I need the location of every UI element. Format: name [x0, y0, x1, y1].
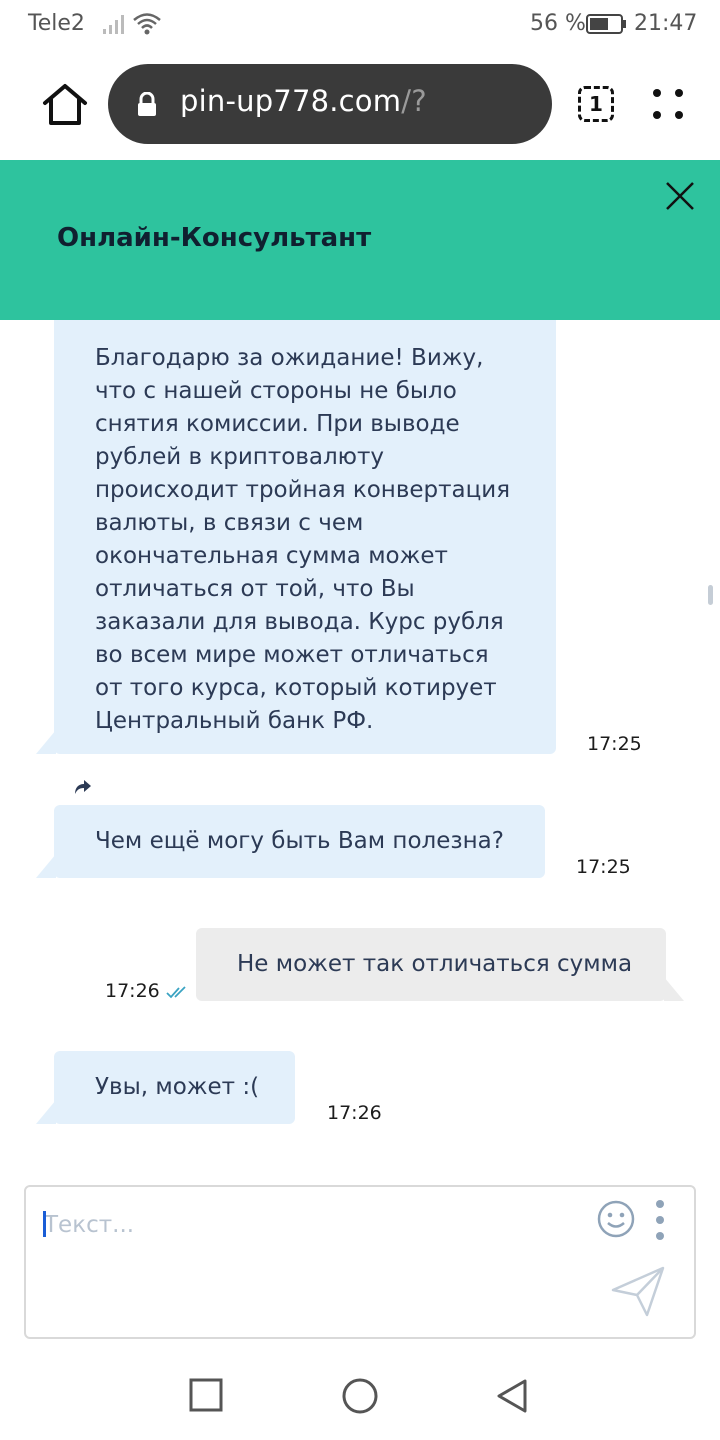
url-host: pin-up778.com — [180, 84, 402, 118]
more-vertical-icon[interactable] — [652, 1199, 668, 1245]
lock-icon — [136, 91, 158, 122]
recent-apps-icon[interactable] — [189, 1378, 223, 1416]
message-time: 17:25 — [587, 733, 642, 755]
message-line: от того курса, который котирует — [95, 675, 497, 701]
message-line: что с нашей стороны не было — [95, 378, 457, 404]
message-text: Увы, может :( — [95, 1074, 260, 1100]
back-icon[interactable] — [496, 1378, 528, 1418]
message-line: Благодарю за ожидание! Вижу, — [95, 345, 484, 371]
home-circle-icon[interactable] — [342, 1378, 378, 1418]
message-composer — [24, 1185, 696, 1339]
message-text: Чем ещё могу быть Вам полезна? — [95, 828, 504, 854]
url-path: /? — [401, 84, 427, 118]
scrollbar-thumb[interactable] — [708, 585, 713, 605]
address-bar[interactable]: pin-up778.com/? — [108, 64, 552, 144]
message-time: 17:26 — [105, 980, 160, 1002]
emoji-icon[interactable] — [596, 1199, 636, 1243]
double-check-icon — [166, 986, 186, 999]
signal-icon — [102, 14, 126, 42]
message-line: происходит тройная конвертация — [95, 477, 511, 503]
send-icon[interactable] — [610, 1265, 666, 1323]
message-time: 17:26 — [327, 1102, 382, 1124]
bubble-tail — [36, 730, 56, 754]
message-text: Не может так отличаться сумма — [237, 951, 633, 977]
message-time: 17:25 — [576, 856, 631, 878]
incoming-message: Увы, может :( — [54, 1051, 295, 1124]
incoming-message: Благодарю за ожидание! Вижу, что с нашей… — [54, 320, 556, 754]
message-line: заказали для вывода. Курс рубля — [95, 609, 504, 635]
browser-toolbar: pin-up778.com/? 1 — [0, 50, 720, 160]
forward-icon[interactable] — [74, 779, 92, 795]
chat-title: Онлайн-Консультант — [57, 223, 372, 253]
close-icon[interactable] — [664, 180, 696, 212]
message-line: Центральный банк РФ. — [95, 708, 374, 734]
status-bar: Tele2 56 % 21:47 — [0, 0, 720, 50]
message-line: во всем мире может отличаться — [95, 642, 489, 668]
tabs-icon[interactable]: 1 — [578, 86, 614, 122]
message-line: окончательная сумма может — [95, 543, 448, 569]
url-text: pin-up778.com/? — [180, 84, 427, 118]
outgoing-message: Не может так отличаться сумма — [196, 928, 666, 1001]
battery-percent: 56 % — [530, 11, 586, 36]
message-line: валюты, в связи с чем — [95, 510, 364, 536]
clock: 21:47 — [634, 11, 698, 36]
text-caret — [43, 1211, 46, 1237]
chat-header: Онлайн-Консультант — [0, 160, 720, 320]
bubble-tail — [664, 977, 684, 1001]
bubble-tail — [36, 854, 56, 878]
battery-icon — [586, 14, 628, 40]
incoming-message: Чем ещё могу быть Вам полезна? — [54, 805, 545, 878]
message-line: отличаться от той, что Вы — [95, 576, 415, 602]
wifi-icon — [132, 12, 162, 42]
message-input[interactable] — [44, 1205, 584, 1245]
carrier-label: Tele2 — [28, 11, 85, 36]
message-line: рублей в криптовалюту — [95, 444, 385, 470]
bubble-tail — [36, 1100, 56, 1124]
menu-dots-icon[interactable] — [652, 88, 684, 120]
home-icon[interactable] — [40, 82, 90, 128]
message-line: снятия комиссии. При выводе — [95, 411, 460, 437]
system-nav-bar — [0, 1350, 720, 1440]
